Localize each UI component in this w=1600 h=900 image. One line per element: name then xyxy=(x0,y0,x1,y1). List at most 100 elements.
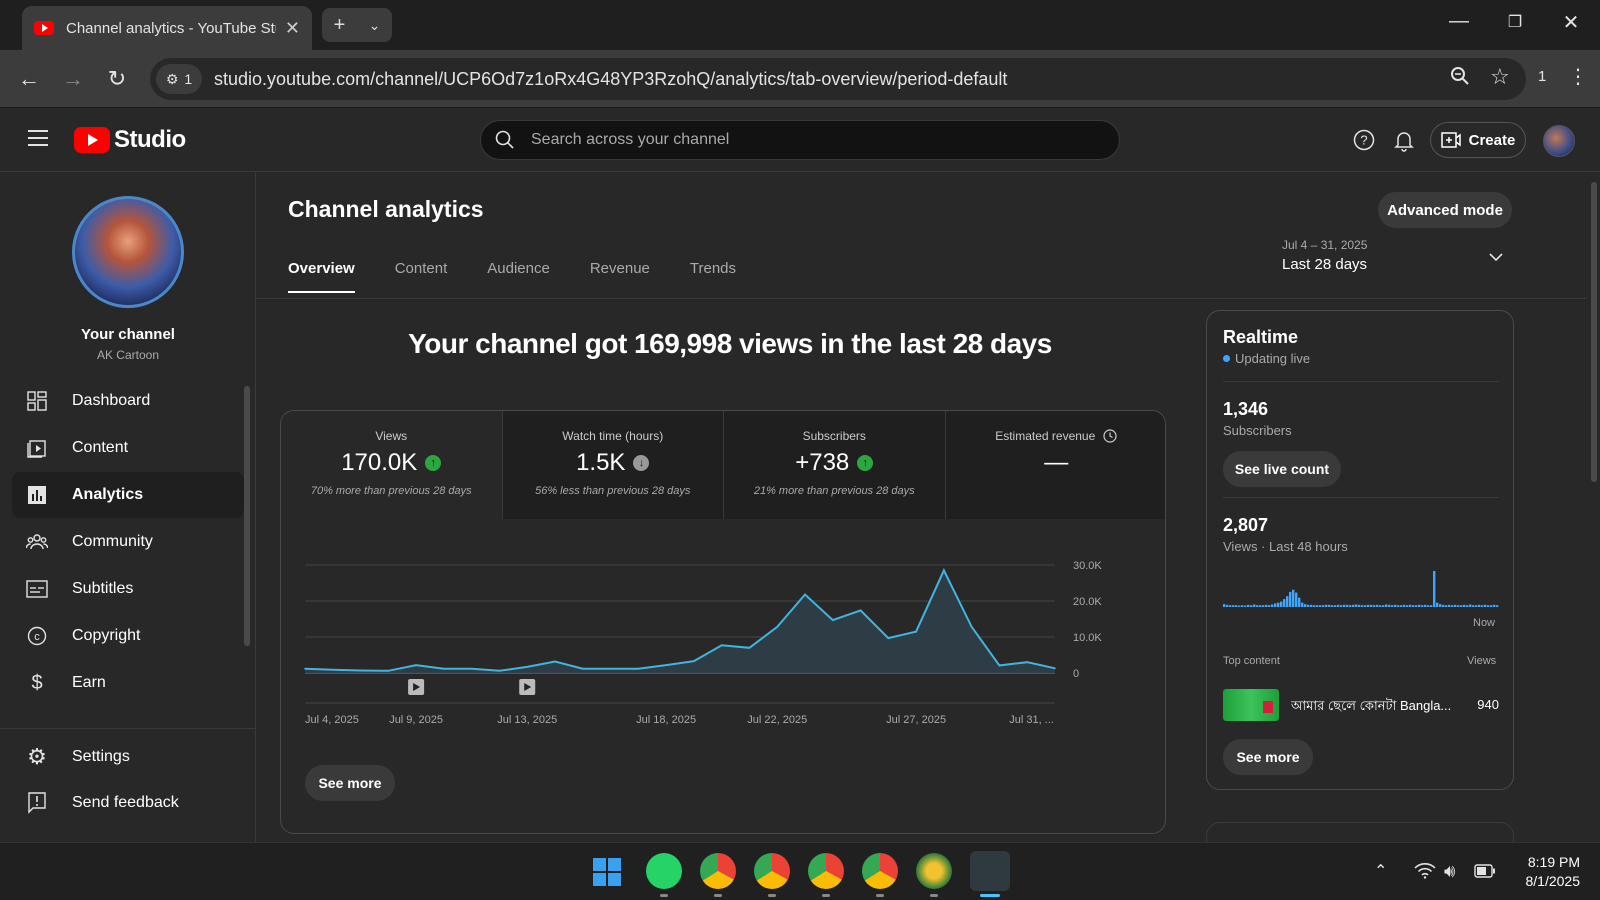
help-icon[interactable]: ? xyxy=(1352,128,1376,152)
tabs-divider xyxy=(256,298,1586,299)
search-bar[interactable] xyxy=(480,120,1120,160)
metric-views[interactable]: Views 170.0K ↑ 70% more than previous 28 … xyxy=(281,411,503,519)
metric-label: Estimated revenue xyxy=(995,429,1096,443)
channel-avatar[interactable] xyxy=(72,196,184,308)
minimize-icon[interactable]: — xyxy=(1444,10,1474,33)
chrome-profile-4-icon[interactable] xyxy=(862,853,898,889)
create-video-icon xyxy=(1440,132,1461,148)
sidebar-item-label: Analytics xyxy=(72,486,144,503)
chrome-profile-1-icon[interactable] xyxy=(700,853,736,889)
realtime-bar xyxy=(1457,605,1460,607)
account-avatar[interactable] xyxy=(1543,125,1575,157)
subtitles-icon xyxy=(26,578,48,600)
url-text[interactable]: studio.youtube.com/channel/UCP6Od7z1oRx4… xyxy=(214,69,1007,90)
y-tick-label: 30.0K xyxy=(1073,560,1102,572)
address-bar: ← → ↻ ⚙ 1 studio.youtube.com/channel/UCP… xyxy=(0,50,1600,108)
site-info-button[interactable]: ⚙ 1 xyxy=(156,64,202,94)
restore-icon[interactable]: ❐ xyxy=(1500,12,1530,32)
top-content-title[interactable]: আমার ছেলে কোনটা Bangla... xyxy=(1291,697,1461,718)
browser-tab[interactable]: Channel analytics - YouTube Studio ✕ xyxy=(22,6,312,50)
tab-overview[interactable]: Overview xyxy=(288,260,355,293)
realtime-bar xyxy=(1472,605,1475,607)
main-scrollbar[interactable] xyxy=(1588,172,1600,842)
overview-card: Views 170.0K ↑ 70% more than previous 28 … xyxy=(280,410,1166,834)
menu-icon[interactable] xyxy=(28,130,48,146)
chrome-profile-2-icon[interactable] xyxy=(754,853,790,889)
sidebar-item-label: Earn xyxy=(72,674,106,691)
reload-icon[interactable]: ↻ xyxy=(102,66,132,92)
metric-label: Views xyxy=(375,429,408,443)
sidebar-item-subtitles[interactable]: Subtitles xyxy=(12,566,244,612)
search-input[interactable] xyxy=(531,131,1091,149)
windows-start-icon[interactable] xyxy=(592,857,622,887)
notifications-bell-icon[interactable] xyxy=(1392,128,1416,152)
realtime-bar xyxy=(1439,604,1442,607)
sidebar-item-send-feedback[interactable]: Send feedback xyxy=(12,780,244,826)
browser-menu-icon[interactable]: ⋮ xyxy=(1568,64,1588,89)
battery-icon[interactable] xyxy=(1474,864,1496,878)
sidebar-item-analytics[interactable]: Analytics xyxy=(12,472,244,518)
tab-trends[interactable]: Trends xyxy=(690,260,736,293)
realtime-see-more-button[interactable]: See more xyxy=(1223,739,1313,775)
app-x-icon[interactable] xyxy=(916,853,952,889)
metric-estimated-revenue[interactable]: Estimated revenue — xyxy=(945,411,1165,519)
chrome-profile-3-icon[interactable] xyxy=(808,853,844,889)
realtime-bar-chart[interactable] xyxy=(1223,567,1499,607)
see-more-button[interactable]: See more xyxy=(305,765,395,801)
omnibox[interactable]: ⚙ 1 studio.youtube.com/channel/UCP6Od7z1… xyxy=(150,58,1526,100)
realtime-bar xyxy=(1418,604,1421,607)
back-icon[interactable]: ← xyxy=(14,66,44,92)
sidebar: Your channel AK Cartoon Dashboard Conten… xyxy=(0,172,256,842)
whatsapp-icon[interactable] xyxy=(646,853,682,889)
studio-logo[interactable]: Studio xyxy=(74,126,186,154)
new-tab-icon[interactable]: + xyxy=(334,14,346,37)
tab-audience[interactable]: Audience xyxy=(487,260,550,293)
views-chart[interactable]: 30.0K 20.0K 10.0K 0 Jul 4, 2025 Jul 9, 2025 Ju… xyxy=(281,519,1166,759)
date-range-dates: Jul 4 – 31, 2025 xyxy=(1282,238,1368,252)
scrollbar-thumb[interactable] xyxy=(1591,182,1597,482)
data-point xyxy=(359,669,362,672)
active-app-icon[interactable] xyxy=(970,851,1010,891)
volume-icon[interactable]: 🔊︎ xyxy=(1444,861,1455,882)
create-button[interactable]: Create xyxy=(1430,122,1526,158)
realtime-views-count: 2,807 xyxy=(1223,515,1269,535)
data-point xyxy=(304,667,306,670)
settings-icon: ⚙ xyxy=(27,744,47,769)
zoom-icon[interactable] xyxy=(1450,66,1470,92)
sidebar-item-settings[interactable]: ⚙ Settings xyxy=(12,734,244,780)
analytics-icon xyxy=(26,484,48,506)
tab-close-icon[interactable]: ✕ xyxy=(285,18,300,39)
subscriber-label: Subscribers xyxy=(1223,423,1292,438)
metric-subscribers[interactable]: Subscribers +738 ↑ 21% more than previous… xyxy=(724,411,946,519)
divider xyxy=(1223,497,1499,498)
realtime-bar xyxy=(1340,605,1343,607)
tab-search-chevron-icon[interactable]: ⌄ xyxy=(369,17,381,34)
advanced-mode-button[interactable]: Advanced mode xyxy=(1378,192,1512,228)
tab-content[interactable]: Content xyxy=(395,260,448,293)
tray-chevron-up-icon[interactable]: ⌃ xyxy=(1374,861,1387,881)
date-range-label: Last 28 days xyxy=(1282,256,1368,273)
sidebar-item-dashboard[interactable]: Dashboard xyxy=(12,378,244,424)
date-range-picker[interactable]: Jul 4 – 31, 2025 Last 28 days xyxy=(1282,238,1367,273)
sidebar-scrollbar[interactable] xyxy=(244,386,250,646)
forward-icon[interactable]: → xyxy=(58,66,88,92)
see-live-count-button[interactable]: See live count xyxy=(1223,451,1341,487)
wifi-icon[interactable] xyxy=(1414,863,1436,879)
sidebar-item-copyright[interactable]: c Copyright xyxy=(12,613,244,659)
system-clock[interactable]: 8:19 PM 8/1/2025 xyxy=(1496,853,1581,891)
metrics-row: Views 170.0K ↑ 70% more than previous 28 … xyxy=(281,411,1165,519)
sidebar-item-earn[interactable]: $ Earn xyxy=(12,660,244,706)
window-close-icon[interactable]: ✕ xyxy=(1556,10,1586,35)
chevron-down-icon[interactable] xyxy=(1488,252,1504,262)
bookmark-star-icon[interactable]: ☆ xyxy=(1490,64,1510,90)
sidebar-item-community[interactable]: Community xyxy=(12,519,244,565)
realtime-bar xyxy=(1415,605,1418,607)
data-point xyxy=(998,664,1001,667)
metric-watch-time[interactable]: Watch time (hours) 1.5K ↓ 56% less than p… xyxy=(502,411,724,519)
tab-revenue[interactable]: Revenue xyxy=(590,260,650,293)
extensions-count[interactable]: 1 xyxy=(1538,68,1546,85)
sidebar-item-content[interactable]: Content xyxy=(12,425,244,471)
video-thumbnail[interactable] xyxy=(1223,689,1279,721)
data-point xyxy=(831,619,834,621)
x-tick-label: Jul 31, ... xyxy=(1009,714,1054,726)
